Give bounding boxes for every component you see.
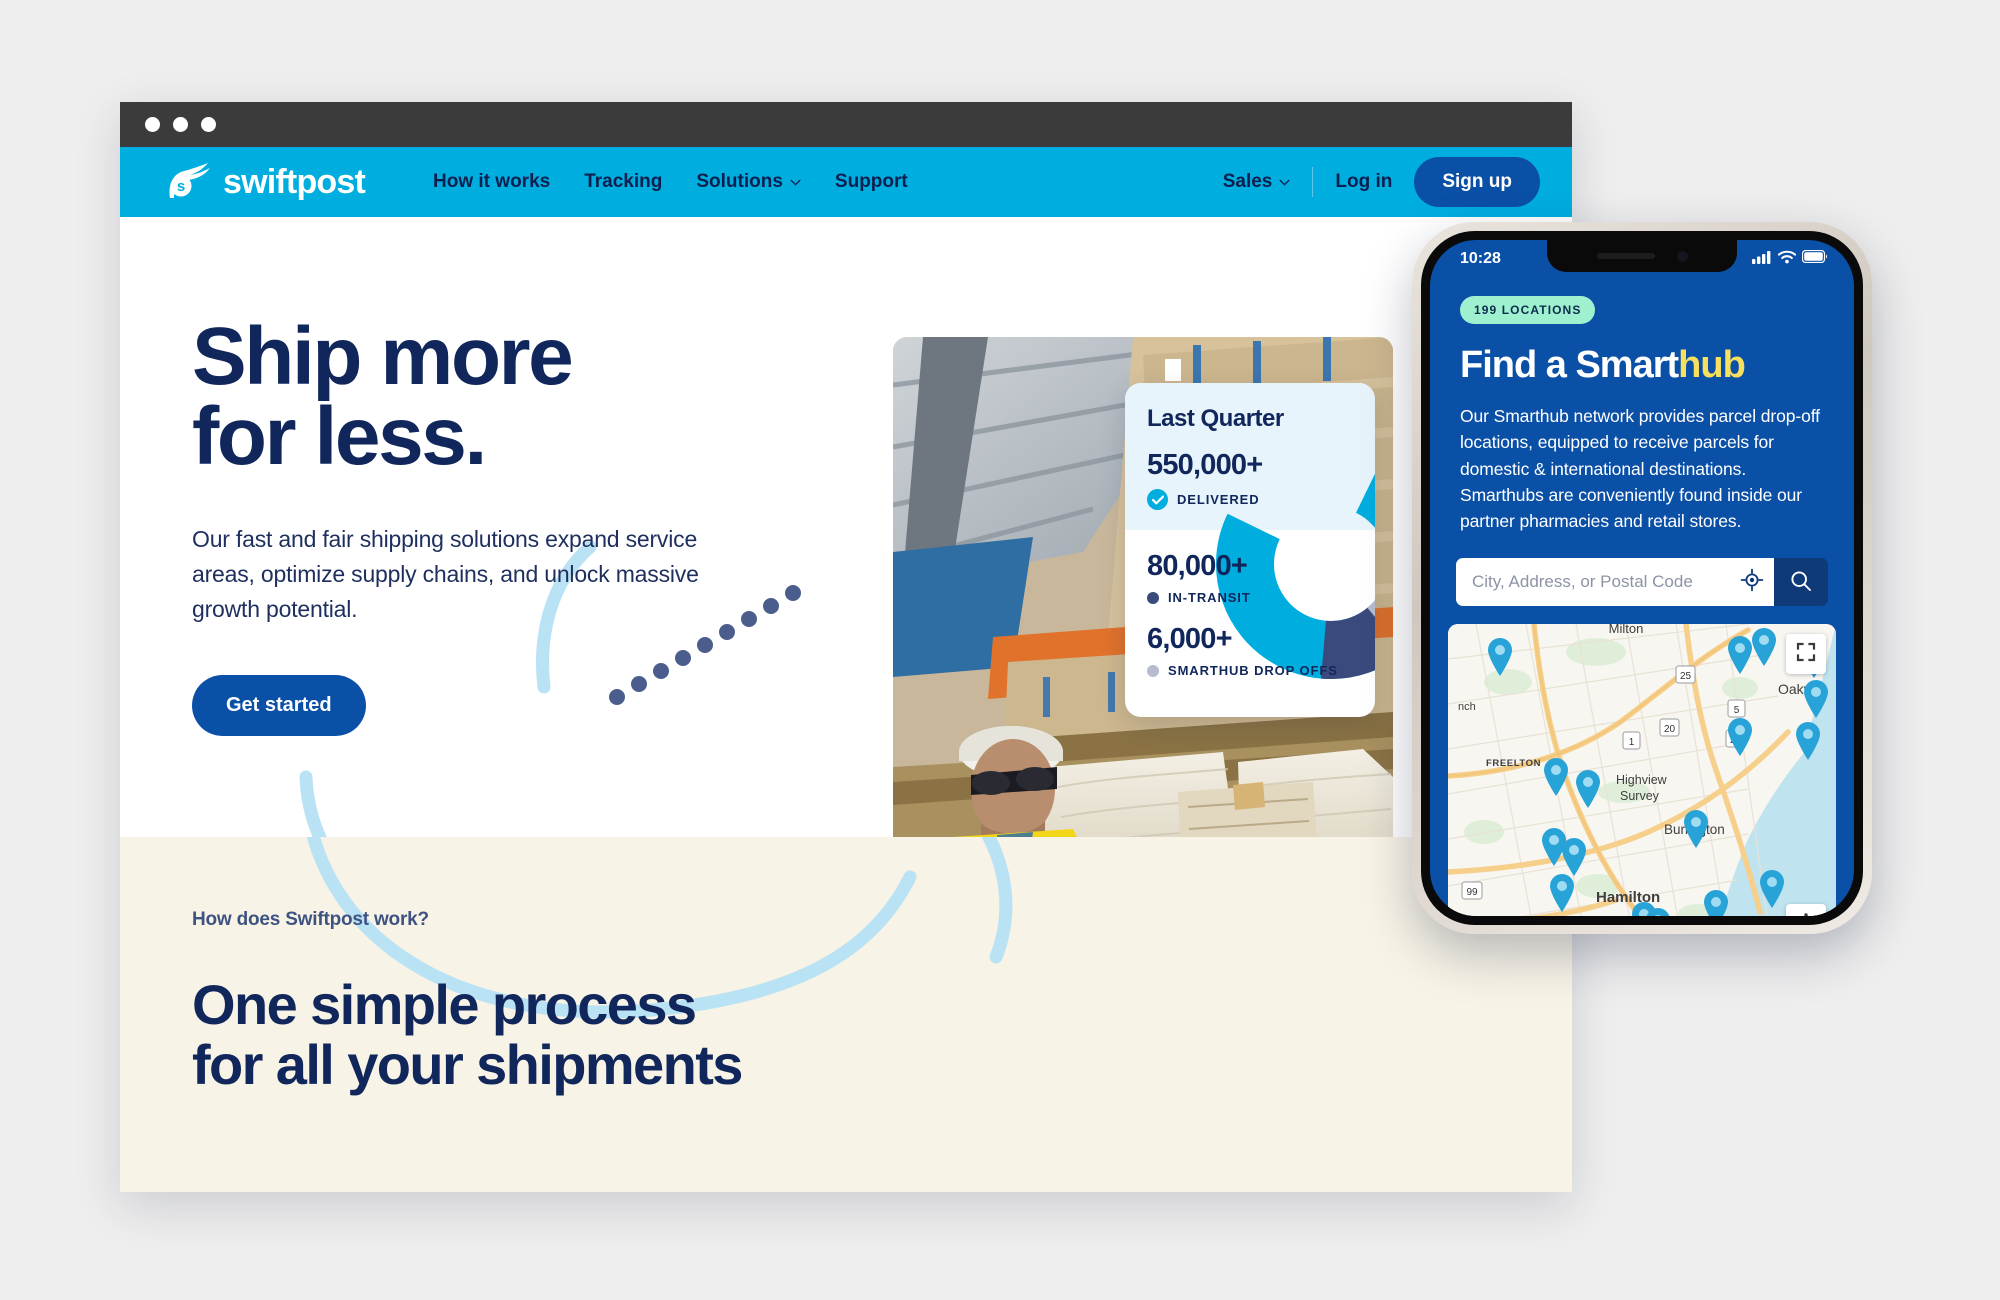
stat-label-in-transit: IN-TRANSIT <box>1168 590 1251 605</box>
nav-item-label: Tracking <box>584 171 663 192</box>
stat-card-title: Last Quarter <box>1147 405 1284 432</box>
section-heading: One simple process for all your shipment… <box>192 973 743 1097</box>
svg-text:20: 20 <box>1664 724 1676 735</box>
phone-screen: 10:28 199 LOCATIONS Find a Smarthub Our … <box>1430 240 1854 916</box>
stat-value-in-transit: 80,000+ <box>1147 550 1248 582</box>
nav-item-tracking[interactable]: Tracking <box>584 171 662 193</box>
locations-badge: 199 LOCATIONS <box>1460 296 1596 324</box>
map-zoom-in-button[interactable] <box>1786 904 1826 916</box>
battery-icon <box>1801 249 1828 268</box>
nav-divider <box>1312 167 1314 197</box>
legend-dot-icon <box>1147 591 1159 604</box>
map-fullscreen-button[interactable] <box>1786 634 1826 675</box>
svg-text:s: s <box>177 178 185 195</box>
logo-text: swiftpost <box>223 163 366 201</box>
hero-paragraph: Our fast and fair shipping solutions exp… <box>192 525 699 622</box>
phone-paragraph: Our Smarthub network provides parcel dro… <box>1460 406 1820 531</box>
wifi-icon <box>1777 250 1797 269</box>
map-label-survey: Survey <box>1620 789 1660 803</box>
stat-group-smarthub: 6,000+ SMARTHUB DROP OFFS <box>1147 623 1353 678</box>
chevron-down-icon <box>790 179 801 186</box>
section-eyebrow: How does Swiftpost work? <box>192 909 429 930</box>
browser-titlebar <box>120 102 1572 147</box>
page-title: Ship more for less. <box>192 316 752 478</box>
chevron-down-icon <box>1279 179 1290 186</box>
login-label: Log in <box>1335 171 1393 192</box>
stat-label-smarthub: SMARTHUB DROP OFFS <box>1168 663 1338 678</box>
phone-heading-plain: Find a Smart <box>1460 344 1679 386</box>
phone-status-bar: 10:28 <box>1430 240 1854 274</box>
nav-item-sales[interactable]: Sales <box>1223 171 1291 193</box>
hero-heading-line2: for less. <box>192 391 487 483</box>
browser-window: s swiftpost How it works Tracking Soluti… <box>120 102 1572 1192</box>
svg-text:99: 99 <box>1466 887 1478 898</box>
highway-shield-25: 25 <box>1675 665 1696 684</box>
hero-copy: Ship more for less. Our fast and fair sh… <box>192 316 752 736</box>
swiftpost-wing-icon: s <box>166 162 212 202</box>
smarthub-map[interactable]: Milton Oakville nch FREELTON Highview Su… <box>1448 624 1836 916</box>
map-label-milton: Milton <box>1609 624 1644 636</box>
cream-heading-line1: One simple process <box>192 973 697 1036</box>
svg-text:1: 1 <box>1629 737 1635 748</box>
map-label-hamilton: Hamilton <box>1596 889 1660 906</box>
window-maximize-dot[interactable] <box>201 117 216 132</box>
cellular-bars-icon <box>1752 250 1772 269</box>
hero-section: Ship more for less. Our fast and fair sh… <box>120 217 1572 837</box>
search-icon <box>1790 570 1812 595</box>
phone-heading-accent: hub <box>1678 344 1746 386</box>
signup-button[interactable]: Sign up <box>1414 157 1540 207</box>
nav-right-group: Sales Log in Sign up <box>1223 147 1540 217</box>
nav-item-label: Sales <box>1222 171 1273 192</box>
search-input[interactable] <box>1472 572 1732 593</box>
cream-copy: How does Swiftpost work? One simple proc… <box>192 909 743 1097</box>
how-it-works-section: How does Swiftpost work? One simple proc… <box>120 837 1572 1192</box>
phone-heading: Find a Smarthub <box>1460 344 1854 387</box>
map-label-nch: nch <box>1458 701 1476 713</box>
stat-legend-smarthub: SMARTHUB DROP OFFS <box>1147 663 1353 678</box>
nav-item-label: How it works <box>433 171 551 192</box>
check-circle-icon <box>1147 489 1168 510</box>
highway-shield-1: 1 <box>1622 731 1641 750</box>
search-field-wrapper[interactable] <box>1456 558 1774 607</box>
svg-text:5: 5 <box>1734 705 1740 716</box>
svg-text:25: 25 <box>1680 671 1692 682</box>
nav-links: How it works Tracking Solutions Support <box>433 171 908 193</box>
nav-item-label: Solutions <box>696 171 783 192</box>
map-label-highview: Highview <box>1616 773 1668 787</box>
stat-card-body: 80,000+ IN-TRANSIT 6,000+ SMARTHUB DROP … <box>1125 449 1375 679</box>
legend-dot-icon <box>1147 664 1159 677</box>
logo[interactable]: s swiftpost <box>166 162 366 202</box>
crosshair-locate-icon[interactable] <box>1740 568 1764 597</box>
search-button[interactable] <box>1774 558 1828 607</box>
nav-item-solutions[interactable]: Solutions <box>696 171 801 193</box>
window-minimize-dot[interactable] <box>173 117 188 132</box>
window-close-dot[interactable] <box>145 117 160 132</box>
stat-value-smarthub: 6,000+ <box>1147 623 1233 655</box>
highway-shield-99: 99 <box>1461 881 1483 900</box>
status-time: 10:28 <box>1460 250 1501 267</box>
login-link[interactable]: Log in <box>1335 171 1392 193</box>
stat-card: Last Quarter 550,000+ DELIVERED 80,000+ <box>1125 383 1375 717</box>
map-label-freelton: FREELTON <box>1486 758 1541 769</box>
hero-heading-line1: Ship more <box>192 311 574 402</box>
fullscreen-icon <box>1796 642 1816 667</box>
nav-item-label: Support <box>834 171 908 192</box>
get-started-button[interactable]: Get started <box>192 674 366 736</box>
nav-item-support[interactable]: Support <box>835 171 908 193</box>
nav-item-how-it-works[interactable]: How it works <box>433 171 550 193</box>
cream-heading-line2: for all your shipments <box>192 1033 743 1097</box>
smarthub-search-row <box>1456 558 1828 607</box>
plus-icon <box>1796 912 1816 916</box>
status-icons <box>1752 249 1828 269</box>
site-navbar: s swiftpost How it works Tracking Soluti… <box>120 147 1572 217</box>
highway-shield-5: 5 <box>1727 699 1746 718</box>
phone-mockup: 10:28 199 LOCATIONS Find a Smarthub Our … <box>1412 222 1872 934</box>
stat-group-in-transit: 80,000+ IN-TRANSIT <box>1147 550 1353 605</box>
stat-legend-in-transit: IN-TRANSIT <box>1147 590 1353 605</box>
highway-shield-20: 20 <box>1659 718 1680 737</box>
